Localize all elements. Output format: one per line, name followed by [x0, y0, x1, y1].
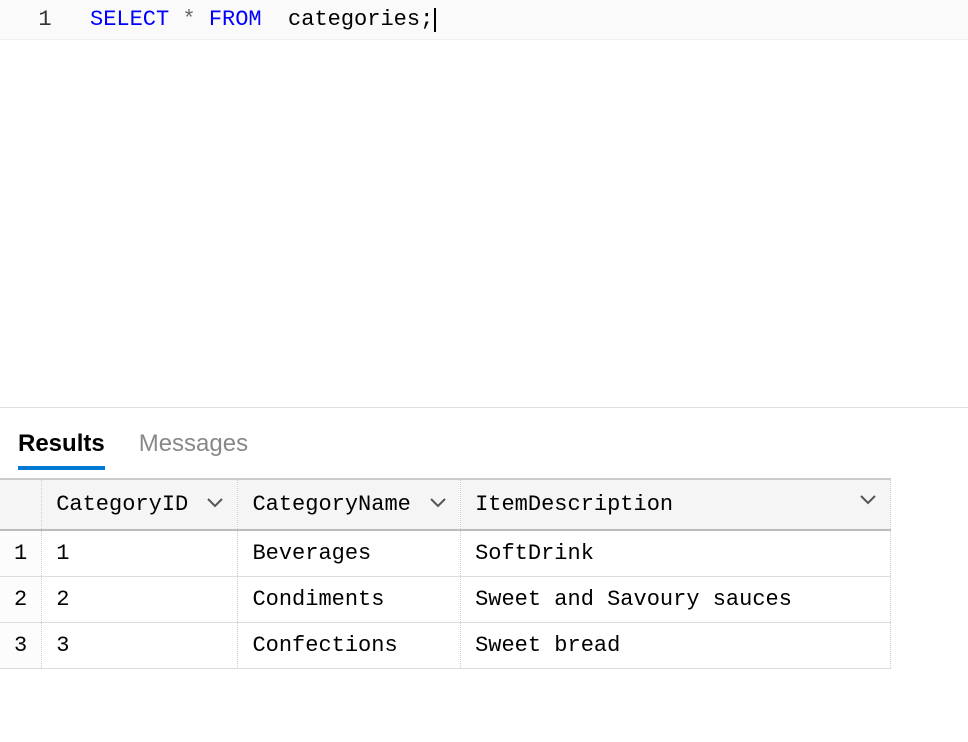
row-number: 1	[0, 530, 42, 577]
cell-itemdescription[interactable]: Sweet bread	[461, 623, 891, 669]
keyword-star: *	[169, 7, 209, 32]
line-number: 1	[0, 7, 90, 32]
column-header-itemdescription[interactable]: ItemDescription	[461, 479, 891, 530]
cell-categoryid[interactable]: 2	[42, 577, 238, 623]
column-label: ItemDescription	[475, 492, 673, 517]
cell-categoryname[interactable]: Beverages	[238, 530, 461, 577]
tabs-row: Results Messages	[0, 408, 968, 470]
column-header-categoryid[interactable]: CategoryID	[42, 479, 238, 530]
table-body: 1 1 Beverages SoftDrink 2 2 Condiments S…	[0, 530, 891, 669]
chevron-down-icon[interactable]	[207, 495, 223, 513]
code-content[interactable]: SELECT * FROM categories;	[90, 7, 436, 32]
keyword-from: FROM	[209, 7, 262, 32]
keyword-select: SELECT	[90, 7, 169, 32]
cell-categoryid[interactable]: 1	[42, 530, 238, 577]
cell-itemdescription[interactable]: Sweet and Savoury sauces	[461, 577, 891, 623]
cell-itemdescription[interactable]: SoftDrink	[461, 530, 891, 577]
table-row[interactable]: 1 1 Beverages SoftDrink	[0, 530, 891, 577]
code-line[interactable]: 1 SELECT * FROM categories;	[0, 0, 968, 40]
row-number: 3	[0, 623, 42, 669]
sql-rest: categories;	[262, 7, 434, 32]
rownum-header	[0, 479, 42, 530]
results-panel: Results Messages CategoryID CategoryName	[0, 408, 968, 669]
chevron-down-icon[interactable]	[430, 495, 446, 513]
text-cursor	[434, 8, 436, 32]
column-header-categoryname[interactable]: CategoryName	[238, 479, 461, 530]
cell-categoryid[interactable]: 3	[42, 623, 238, 669]
table-row[interactable]: 2 2 Condiments Sweet and Savoury sauces	[0, 577, 891, 623]
results-table: CategoryID CategoryName ItemDescription	[0, 478, 891, 669]
table-row[interactable]: 3 3 Confections Sweet bread	[0, 623, 891, 669]
column-label: CategoryID	[56, 492, 188, 517]
tab-results[interactable]: Results	[18, 430, 105, 470]
sql-editor-area[interactable]: 1 SELECT * FROM categories;	[0, 0, 968, 408]
table-header-row: CategoryID CategoryName ItemDescription	[0, 479, 891, 530]
cell-categoryname[interactable]: Confections	[238, 623, 461, 669]
tab-messages[interactable]: Messages	[139, 430, 248, 470]
row-number: 2	[0, 577, 42, 623]
cell-categoryname[interactable]: Condiments	[238, 577, 461, 623]
chevron-down-icon[interactable]	[860, 492, 876, 510]
column-label: CategoryName	[252, 492, 410, 517]
